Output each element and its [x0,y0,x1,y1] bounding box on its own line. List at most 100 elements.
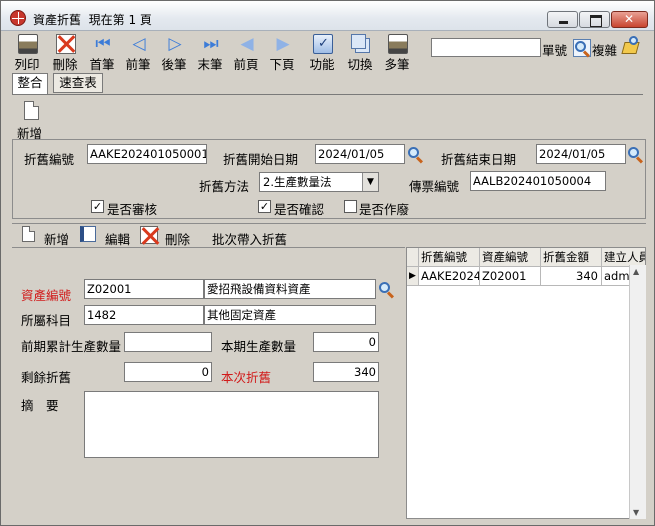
prev-qty-label: 前期累計生產數量 [21,339,122,354]
scroll-down-icon[interactable]: ▼ [633,508,639,517]
chevron-down-icon[interactable]: ▼ [362,173,378,191]
multi-record-icon [388,34,408,54]
method-value: 2.生產數量法 [263,175,332,189]
method-select[interactable]: 2.生產數量法 ▼ [259,172,379,192]
voucher-label: 傳票編號 [409,179,460,194]
tab-divider [12,94,643,95]
asset-name-field: 愛招飛設備資料資產 [204,279,376,299]
account-name-field: 其他固定資產 [204,305,376,325]
close-button[interactable] [611,11,648,28]
page-status: 現在第 1 頁 [88,13,152,27]
confirmed-checkbox[interactable]: ✓ [258,200,271,213]
copy-label: 複雜 [592,43,618,58]
prev-page-button[interactable]: ◀ 前頁 [228,34,264,72]
batch-depr-button[interactable]: 批次帶入折舊 [212,229,287,248]
start-date-label: 折舊開始日期 [223,152,299,167]
detail-edit-label: 編輯 [105,232,131,247]
magnifier-icon [575,41,591,58]
detail-delete-label: 刪除 [165,232,191,247]
approved-checkbox[interactable]: ✓ [91,200,104,213]
memo-textarea[interactable] [84,391,379,458]
next-page-icon: ▶ [276,34,290,54]
start-date-field[interactable]: 2024/01/05 [315,144,405,164]
voided-label: 是否作廢 [359,202,410,217]
prev-qty-field[interactable] [124,332,212,352]
voided-checkbox[interactable] [344,200,357,213]
next-page-button[interactable]: ▶ 下頁 [264,34,300,72]
printer-icon [18,34,38,54]
end-date-field[interactable]: 2024/01/05 [536,144,626,164]
depr-no-label: 折舊編號 [24,152,75,167]
cur-qty-field[interactable]: 0 [313,332,379,352]
edit-icon [80,226,96,242]
grid-corner [407,248,419,267]
window-title: 資產折舊 現在第 1 頁 [33,11,152,28]
app-window: 資產折舊 現在第 1 頁 列印 刪除 ⏮ 首筆 ◁ 前筆 ▷ 後筆 ⏭ 末筆 ◀… [0,0,655,526]
new-document-icon [24,101,39,120]
last-record-button[interactable]: ⏭ 末筆 [192,34,228,72]
last-record-icon: ⏭ [203,34,219,54]
delete-button[interactable]: 刪除 [47,34,83,72]
multi-record-label: 多筆 [384,57,410,72]
grid-cell-depr-no[interactable]: AAKE2024010 [419,267,480,286]
grid-vertical-scrollbar[interactable]: ▲ ▼ [629,265,646,519]
switch-button[interactable]: 切換 [342,34,378,72]
prev-page-icon: ◀ [240,34,254,54]
maximize-button[interactable] [579,11,610,28]
grid-header-asset-no[interactable]: 資產編號 [480,248,541,267]
function-button[interactable]: 功能 [304,34,340,72]
search-button[interactable] [573,39,591,58]
remain-field[interactable]: 0 [124,362,212,382]
memo-label: 摘 要 [21,398,59,413]
asset-lookup-icon[interactable] [379,282,395,299]
grid-cell-asset-no[interactable]: Z02001 [480,267,541,286]
multi-record-button[interactable]: 多筆 [379,34,415,72]
grid-header-row: 折舊編號 資產編號 折舊金額 建立人員 [407,248,645,267]
switch-icon [351,34,366,49]
account-code-field[interactable]: 1482 [84,305,204,325]
grid-cell-amount[interactable]: 340 [541,267,602,286]
first-record-icon: ⏮ [95,34,111,54]
window-title-text: 資產折舊 [33,13,82,27]
copy-search-icon[interactable] [621,36,641,56]
detail-grid: 折舊編號 資產編號 折舊金額 建立人員 ▶ AAKE2024010 Z02001… [406,247,646,519]
delete-icon [56,34,76,54]
search-input[interactable] [431,38,541,57]
next-record-icon: ▷ [168,34,182,54]
tab-integrate[interactable]: 整合 [12,73,48,95]
add-document-icon [22,226,35,242]
remain-label: 剩餘折舊 [21,370,72,385]
detail-add-label: 新增 [44,232,70,247]
end-date-lookup-icon[interactable] [628,147,644,164]
cur-qty-label: 本期生產數量 [221,339,297,354]
print-button[interactable]: 列印 [9,34,45,72]
first-record-button[interactable]: ⏮ 首筆 [84,34,120,72]
approved-label: 是否審核 [107,202,158,217]
minimize-button[interactable] [547,11,578,28]
end-date-label: 折舊結束日期 [441,152,517,167]
prev-record-button[interactable]: ◁ 前筆 [120,34,156,72]
table-row[interactable]: ▶ AAKE2024010 Z02001 340 admin [407,267,645,286]
confirmed-label: 是否確認 [274,202,325,217]
next-record-button[interactable]: ▷ 後筆 [156,34,192,72]
prev-record-icon: ◁ [132,34,146,54]
start-date-lookup-icon[interactable] [408,147,424,164]
app-icon [10,10,26,26]
section-divider [12,223,646,224]
tab-quick-lookup[interactable]: 速查表 [53,73,103,93]
grid-header-depr-no[interactable]: 折舊編號 [419,248,480,267]
function-icon [313,34,333,54]
row-pointer-icon: ▶ [407,267,419,286]
voucher-field[interactable]: AALB202401050004 [470,171,606,191]
depr-no-field[interactable]: AAKE202401050001 [87,144,207,164]
detail-delete-icon [140,226,158,244]
scroll-up-icon[interactable]: ▲ [633,267,639,276]
this-depr-field[interactable]: 340 [313,362,379,382]
this-depr-label: 本次折舊 [221,370,272,385]
title-bar: 資產折舊 現在第 1 頁 [1,1,654,31]
single-no-label: 單號 [542,43,568,58]
asset-no-label: 資產編號 [21,288,72,303]
asset-no-field[interactable]: Z02001 [84,279,204,299]
grid-header-amount[interactable]: 折舊金額 [541,248,602,267]
method-label: 折舊方法 [199,179,250,194]
